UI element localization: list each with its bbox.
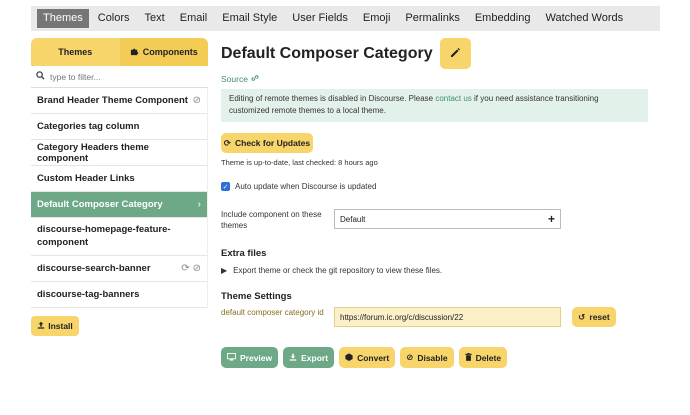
tab-user-fields[interactable]: User Fields: [286, 9, 354, 28]
trash-icon: [464, 352, 472, 363]
install-label: Install: [48, 321, 73, 331]
download-icon: [289, 353, 297, 363]
theme-actions: Preview Export Convert ⊘ Disable Delete: [221, 347, 661, 368]
cube-icon: [345, 353, 353, 363]
install-button[interactable]: Install: [31, 316, 79, 336]
search-icon: [36, 71, 45, 82]
ban-icon: ⊘: [192, 262, 201, 274]
include-component-row: Include component on these themes Defaul…: [221, 209, 661, 231]
filter-box: [31, 66, 208, 88]
tab-email[interactable]: Email: [174, 9, 214, 28]
desktop-icon: [227, 352, 236, 363]
theme-settings-heading: Theme Settings: [221, 291, 292, 302]
theme-detail-panel: Default Composer Category Source Editing…: [221, 38, 661, 368]
list-item-label: discourse-search-banner: [37, 263, 151, 274]
tab-colors[interactable]: Colors: [92, 9, 136, 28]
theme-list: Brand Header Theme Component ⊘ Categorie…: [31, 88, 208, 308]
themes-tab[interactable]: Themes: [31, 38, 120, 66]
auto-update-label: Auto update when Discourse is updated: [235, 182, 377, 191]
list-item-label: Custom Header Links: [37, 173, 135, 184]
auto-update-row: ✓ Auto update when Discourse is updated: [221, 182, 661, 191]
list-item-label: discourse-homepage-feature-component: [37, 223, 171, 248]
reset-button[interactable]: ↺ reset: [572, 307, 616, 327]
setting-row: default composer category id ↺ reset: [221, 307, 661, 327]
disable-button[interactable]: ⊘ Disable: [400, 347, 454, 368]
tab-emoji[interactable]: Emoji: [357, 9, 397, 28]
tab-themes[interactable]: Themes: [37, 9, 89, 28]
title-row: Default Composer Category: [221, 38, 661, 69]
delete-button[interactable]: Delete: [458, 347, 508, 368]
list-item-homepage-feature[interactable]: discourse-homepage-feature-component: [31, 218, 207, 256]
composer-category-input[interactable]: [334, 307, 561, 327]
reset-label: reset: [589, 312, 610, 322]
include-select-value: Default: [340, 214, 366, 224]
chevron-right-icon: ›: [197, 198, 201, 210]
list-item-tag-banners[interactable]: discourse-tag-banners: [31, 282, 207, 308]
list-item-label: Brand Header Theme Component: [37, 95, 188, 106]
list-item-default-composer-category[interactable]: Default Composer Category ›: [31, 192, 207, 218]
tab-embedding[interactable]: Embedding: [469, 9, 537, 28]
tab-text[interactable]: Text: [139, 9, 171, 28]
list-item-custom-header-links[interactable]: Custom Header Links: [31, 166, 207, 192]
plus-icon: +: [547, 212, 555, 226]
delete-label: Delete: [475, 352, 502, 363]
sync-icon: ⟳: [223, 137, 231, 148]
update-status-text: Theme is up-to-date, last checked: 8 hou…: [221, 158, 378, 167]
disable-label: Disable: [417, 352, 448, 363]
tab-watched-words[interactable]: Watched Words: [539, 9, 629, 28]
list-item-label: Categories tag column: [37, 121, 140, 132]
sidebar-tabs: Themes Components: [31, 38, 208, 66]
preview-button[interactable]: Preview: [221, 347, 279, 368]
include-themes-select[interactable]: Default +: [334, 209, 561, 229]
list-item-label: Category Headers theme component: [37, 141, 149, 164]
export-label: Export: [301, 352, 329, 363]
check-updates-label: Check for Updates: [235, 138, 311, 148]
ban-icon: ⊘: [192, 94, 201, 106]
convert-button[interactable]: Convert: [339, 347, 396, 368]
source-link[interactable]: Source: [221, 74, 661, 84]
pencil-icon: [449, 47, 461, 61]
list-item-brand-header[interactable]: Brand Header Theme Component ⊘: [31, 88, 207, 114]
list-item-categories-tag-column[interactable]: Categories tag column: [31, 114, 207, 140]
source-label: Source: [221, 74, 248, 84]
filter-input[interactable]: [50, 71, 200, 82]
upload-icon: [37, 321, 45, 331]
tab-email-style[interactable]: Email Style: [216, 9, 283, 28]
export-disclosure[interactable]: ▶ Export theme or check the git reposito…: [221, 266, 661, 275]
edit-title-button[interactable]: [439, 38, 471, 69]
setting-label: default composer category id: [221, 308, 324, 317]
list-item-search-banner[interactable]: discourse-search-banner ⟳ ⊘: [31, 256, 207, 282]
caret-right-icon: ▶: [221, 265, 228, 275]
components-tab-label: Components: [142, 47, 198, 57]
remote-theme-notice: Editing of remote themes is disabled in …: [221, 89, 648, 122]
themes-tab-label: Themes: [58, 47, 93, 57]
preview-label: Preview: [240, 352, 273, 363]
include-label: Include component on these themes: [221, 210, 322, 230]
export-button[interactable]: Export: [283, 347, 335, 368]
sync-icon: ⟳: [181, 262, 190, 274]
puzzle-icon: [130, 47, 139, 58]
admin-customize-nav: Themes Colors Text Email Email Style Use…: [31, 6, 660, 31]
list-item-label: Default Composer Category: [37, 199, 163, 210]
auto-update-checkbox[interactable]: ✓: [221, 182, 230, 191]
components-tab[interactable]: Components: [119, 38, 208, 66]
tab-permalinks[interactable]: Permalinks: [399, 9, 465, 28]
ban-icon: ⊘: [406, 352, 414, 363]
convert-label: Convert: [357, 352, 390, 363]
export-text: Export theme or check the git repository…: [233, 266, 443, 275]
notice-text-before: Editing of remote themes is disabled in …: [229, 94, 436, 103]
list-item-category-headers[interactable]: Category Headers theme component: [31, 140, 207, 166]
list-item-label: discourse-tag-banners: [37, 289, 140, 300]
check-updates-button[interactable]: ⟳ Check for Updates: [221, 133, 313, 153]
extra-files-heading: Extra files: [221, 248, 267, 259]
undo-icon: ↺: [578, 311, 586, 322]
page-title: Default Composer Category: [221, 44, 433, 62]
contact-us-link[interactable]: contact us: [435, 94, 471, 103]
link-icon: [251, 74, 259, 84]
themes-sidebar: Themes Components Brand Header Theme Com…: [31, 38, 208, 336]
